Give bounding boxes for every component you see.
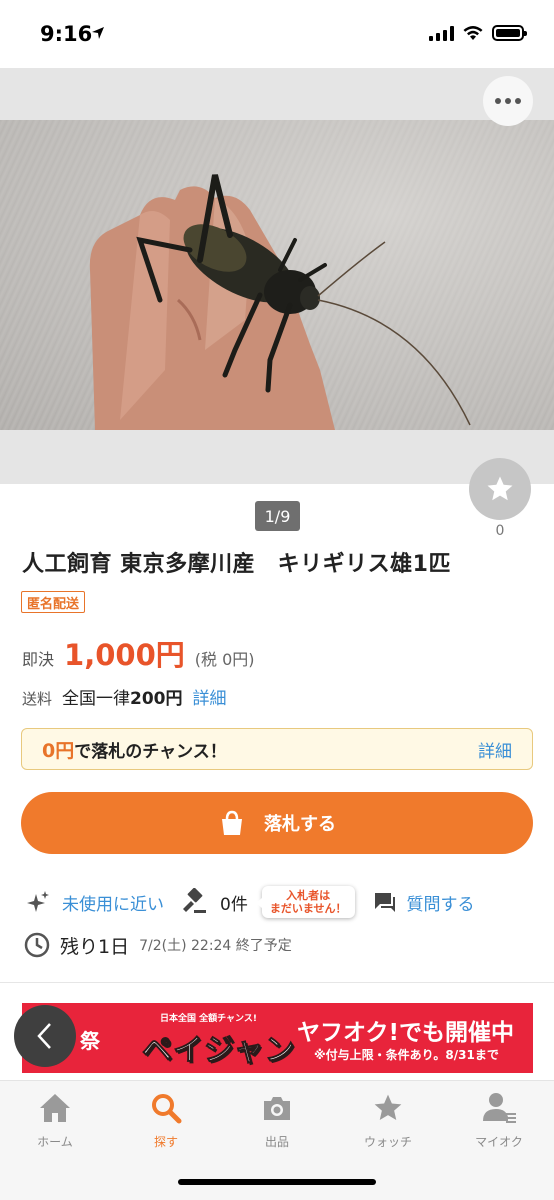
watch-count: 0 — [495, 523, 505, 539]
wifi-icon — [463, 26, 483, 40]
tooltip-line-1: 入札者は — [286, 888, 331, 902]
banner-headline: ヤフオク!でも開催中 — [297, 1020, 515, 1046]
item-title: 人工飼育 東京多摩川産 キリギリス雄1匹 — [22, 552, 451, 577]
price-tax: (税 0円) — [194, 650, 255, 669]
item-info-row: 未使用に近い 0件 入札者は まだいません！ 質問する — [24, 880, 536, 924]
chance-detail-link[interactable]: 詳細 — [478, 737, 512, 762]
chance-banner[interactable]: 0円 で落札のチャンス！ 詳細 — [21, 728, 533, 770]
paypay-jumbo-logo: 日本全国 全額チャンス! ペイジャンボ — [132, 1009, 302, 1069]
logo-main-text: ペイジャンボ — [142, 1033, 296, 1069]
tab-my-auction[interactable]: マイオク — [444, 1091, 554, 1153]
end-time: 7/2(土) 22:24 終了予定 — [139, 938, 292, 954]
status-icons — [429, 25, 527, 41]
user-icon — [483, 1093, 516, 1123]
bid-count: 0件 — [220, 894, 248, 915]
tab-my-auction-label: マイオク — [475, 1135, 523, 1149]
tab-home-label: ホーム — [37, 1135, 73, 1149]
shipping-detail-link[interactable]: 詳細 — [193, 684, 227, 709]
tooltip-line-2: まだいません！ — [269, 902, 347, 915]
divider — [0, 982, 554, 983]
photo-counter: 1/9 — [255, 501, 300, 531]
condition-link[interactable]: 未使用に近い — [62, 890, 164, 915]
location-arrow-icon — [92, 27, 104, 39]
battery-icon — [492, 25, 527, 41]
ask-question-link[interactable]: 質問する — [407, 890, 475, 915]
home-indicator[interactable] — [178, 1179, 376, 1185]
buy-now-label: 落札する — [264, 814, 336, 835]
price-label: 即決 — [22, 650, 55, 669]
watch-button[interactable] — [469, 458, 531, 520]
tab-watch[interactable]: ウォッチ — [333, 1091, 443, 1153]
price-value: 1,000円 — [64, 638, 185, 672]
shipping-row: 送料 全国一律200円 詳細 — [22, 684, 227, 709]
remaining-time-row: 残り1日 7/2(土) 22:24 終了予定 — [24, 928, 292, 962]
home-icon — [40, 1094, 70, 1122]
gavel-icon — [183, 888, 206, 913]
shopping-bag-icon — [222, 810, 242, 835]
buy-now-button[interactable]: 落札する — [21, 792, 533, 854]
search-icon — [152, 1094, 182, 1124]
camera-icon — [264, 1097, 290, 1120]
sparkle-icon — [27, 891, 49, 912]
star-icon — [374, 1094, 402, 1120]
price-row: 即決 1,000円 (税 0円) — [22, 632, 255, 674]
chance-highlight: 0円 — [42, 739, 75, 762]
banner-left-text: 祭 — [80, 1029, 100, 1053]
status-bar: 9:16 — [0, 0, 554, 68]
status-time: 9:16 — [40, 22, 93, 46]
star-icon — [487, 476, 513, 501]
remaining-time: 残り1日 — [60, 935, 130, 958]
shipping-amount: 200円 — [130, 689, 183, 709]
banner-note: ※付与上限・条件あり。8/31まで — [314, 1048, 499, 1062]
logo-small-text: 日本全国 全額チャンス! — [160, 1014, 257, 1024]
question-chat-icon — [374, 893, 395, 912]
chevron-left-icon — [37, 1023, 51, 1049]
clock-icon — [24, 932, 50, 958]
chance-text: で落札のチャンス！ — [74, 741, 227, 762]
photo-gallery[interactable] — [0, 68, 554, 484]
tab-watch-label: ウォッチ — [363, 1135, 412, 1149]
tab-search[interactable]: 探す — [111, 1091, 221, 1153]
more-options-button[interactable] — [483, 76, 533, 126]
cellular-signal-icon — [429, 25, 454, 41]
shipping-prefix: 全国一律 — [62, 689, 131, 709]
shipping-label: 送料 — [22, 690, 53, 708]
back-button[interactable] — [14, 1005, 76, 1067]
cricket-on-hand-image — [89, 174, 471, 430]
no-bidders-tooltip: 入札者は まだいません！ — [255, 885, 355, 919]
promo-banner[interactable]: 祭 日本全国 全額チャンス! ペイジャンボ ヤフオク!でも開催中 ※付与上限・条… — [22, 1003, 533, 1073]
anonymous-shipping-badge: 匿名配送 — [21, 591, 86, 613]
tab-sell-label: 出品 — [264, 1135, 289, 1149]
tab-sell[interactable]: 出品 — [222, 1091, 332, 1153]
tab-search-label: 探す — [153, 1135, 178, 1149]
item-photo[interactable] — [0, 120, 554, 430]
tab-home[interactable]: ホーム — [0, 1091, 110, 1153]
shipping-value: 全国一律200円 — [62, 684, 183, 709]
